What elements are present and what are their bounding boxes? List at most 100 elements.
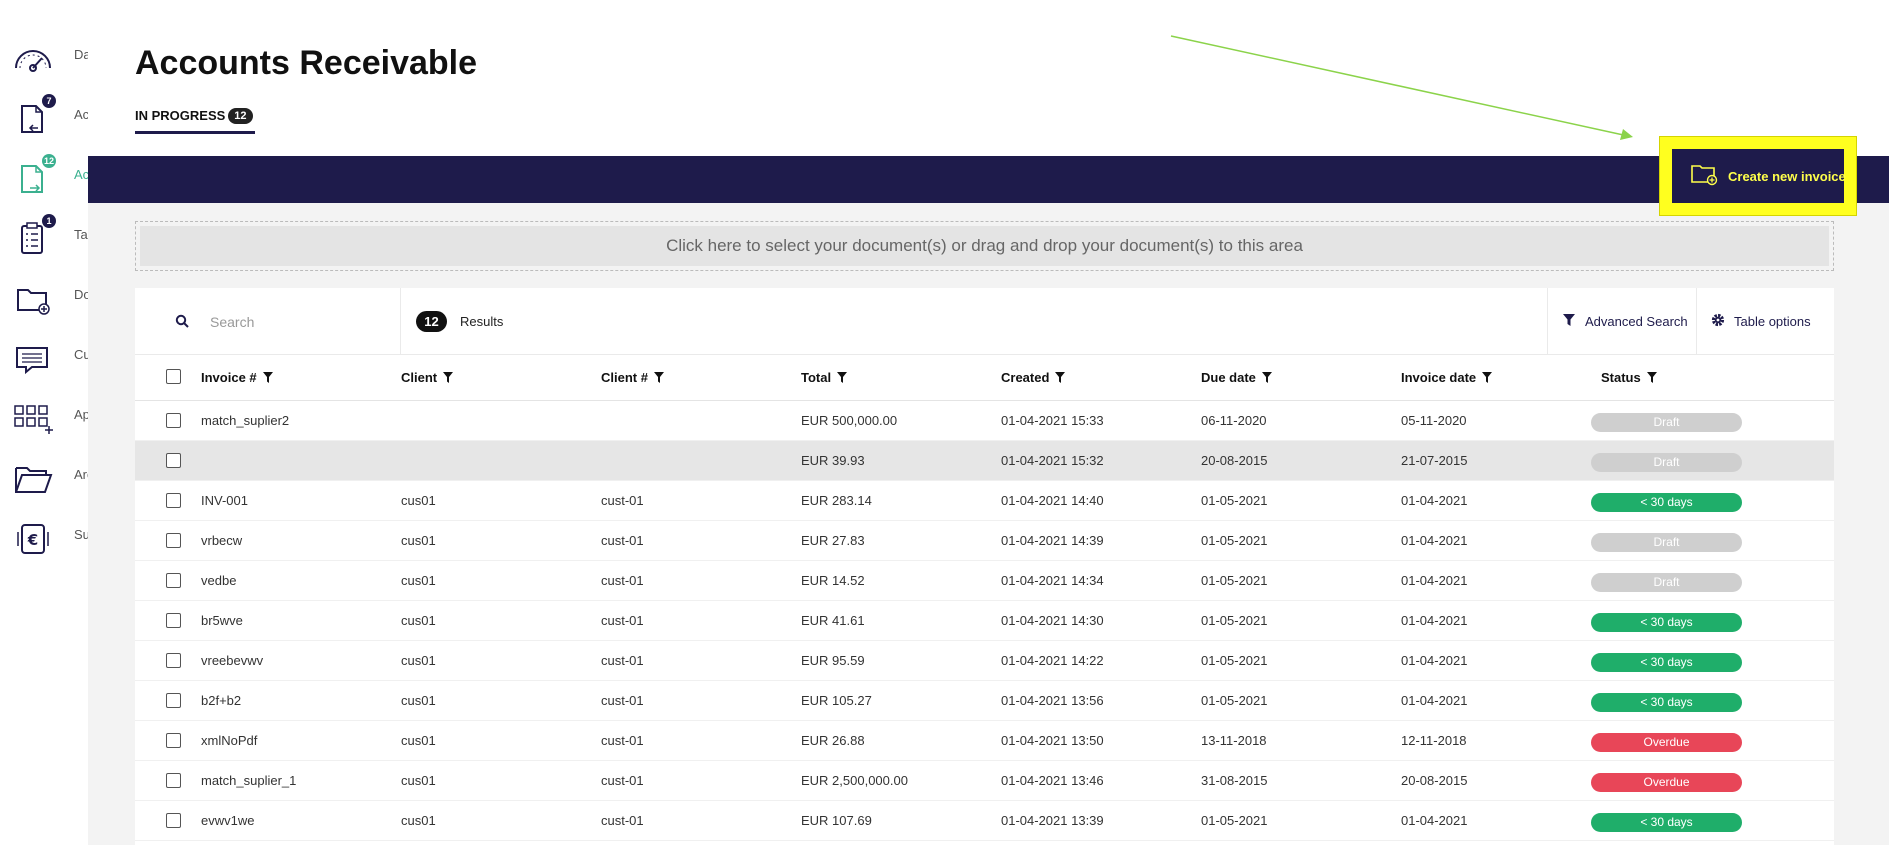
table-row[interactable]: xmlNoPdf cus01 cust-01 EUR 26.88 01-04-2… (135, 721, 1834, 761)
row-checkbox[interactable] (166, 573, 181, 588)
sidebar-item-customers[interactable]: Customers (0, 330, 88, 390)
row-checkbox[interactable] (166, 733, 181, 748)
cell-client-number: cust-01 (601, 573, 644, 588)
column-header-status[interactable]: Status (1601, 370, 1657, 385)
notification-badge: 7 (42, 94, 56, 108)
sidebar-item-label: Subscription (74, 527, 88, 542)
folder-add-icon (12, 278, 54, 320)
cell-client-number: cust-01 (601, 693, 644, 708)
cell-total: EUR 14.52 (801, 573, 865, 588)
sidebar-item-dashboard[interactable]: Dashboard (0, 30, 88, 90)
table-row[interactable]: b2f+b2 cus01 cust-01 EUR 105.27 01-04-20… (135, 681, 1834, 721)
table-row[interactable]: vedbe cus01 cust-01 EUR 14.52 01-04-2021… (135, 561, 1834, 601)
table-row[interactable]: match_suplier2 EUR 500,000.00 01-04-2021… (135, 401, 1834, 441)
select-all-checkbox[interactable] (166, 369, 181, 384)
table-toolbar: 12 Results Advanced Search Table options (135, 288, 1834, 355)
column-header-due-date[interactable]: Due date (1201, 370, 1272, 385)
row-checkbox[interactable] (166, 413, 181, 428)
cell-invoice-date: 01-04-2021 (1401, 613, 1468, 628)
cell-invoice: b2f+b2 (201, 693, 242, 708)
cell-client: cus01 (401, 653, 436, 668)
sidebar-item-subscription[interactable]: € Subscription (0, 510, 88, 570)
column-header-created[interactable]: Created (1001, 370, 1066, 385)
search-box (135, 288, 401, 355)
sidebar-item-accounts-receivable[interactable]: 12 Accounts Receivable (0, 150, 88, 210)
open-folder-icon (12, 458, 54, 500)
status-badge: Overdue (1591, 733, 1742, 752)
cell-created: 01-04-2021 13:50 (1001, 733, 1104, 748)
cell-client-number: cust-01 (601, 653, 644, 668)
sidebar-item-label: Accounts Payable (74, 107, 88, 122)
table-row[interactable]: br5wve cus01 cust-01 EUR 41.61 01-04-202… (135, 601, 1834, 641)
cell-total: EUR 27.83 (801, 533, 865, 548)
notification-badge: 1 (42, 214, 56, 228)
row-checkbox[interactable] (166, 653, 181, 668)
cell-invoice: vedbe (201, 573, 237, 588)
cell-invoice: INV-001 (201, 493, 248, 508)
cell-due-date: 13-11-2018 (1201, 733, 1267, 748)
filter-icon (262, 372, 273, 383)
column-header-client[interactable]: Client (401, 370, 454, 385)
cell-due-date: 01-05-2021 (1201, 613, 1268, 628)
row-checkbox[interactable] (166, 453, 181, 468)
invoice-table-card: 12 Results Advanced Search Table options… (135, 288, 1834, 848)
sidebar-item-label: Customers (74, 347, 88, 362)
status-badge: Draft (1591, 413, 1742, 432)
filter-icon (1055, 372, 1066, 383)
column-header-client-number[interactable]: Client # (601, 370, 664, 385)
table-row[interactable]: EUR 39.93 01-04-2021 15:32 20-08-2015 21… (135, 441, 1834, 481)
row-checkbox[interactable] (166, 493, 181, 508)
gear-icon (1711, 313, 1725, 330)
column-header-invoice[interactable]: Invoice # (201, 370, 273, 385)
status-badge: < 30 days (1591, 613, 1742, 632)
cell-client: cus01 (401, 533, 436, 548)
table-row[interactable]: vreebevwv cus01 cust-01 EUR 95.59 01-04-… (135, 641, 1834, 681)
cell-client: cus01 (401, 613, 436, 628)
sidebar-item-documents[interactable]: Documents (0, 270, 88, 330)
sidebar-item-tasks[interactable]: 1 Tasks (0, 210, 88, 270)
euro-document-icon: € (12, 518, 54, 560)
notification-badge: 12 (42, 154, 57, 168)
table-row[interactable]: evwv1we cus01 cust-01 EUR 107.69 01-04-2… (135, 801, 1834, 841)
cell-created: 01-04-2021 13:56 (1001, 693, 1104, 708)
status-badge: < 30 days (1591, 493, 1742, 512)
results-summary: 12 Results (416, 311, 503, 332)
cell-client-number: cust-01 (601, 813, 644, 828)
dropzone-text: Click here to select your document(s) or… (140, 226, 1829, 266)
table-options-label: Table options (1734, 314, 1811, 329)
cell-created: 01-04-2021 13:46 (1001, 773, 1104, 788)
row-checkbox[interactable] (166, 533, 181, 548)
table-options-button[interactable]: Table options (1696, 288, 1834, 355)
status-badge: < 30 days (1591, 653, 1742, 672)
cell-created: 01-04-2021 15:32 (1001, 453, 1104, 468)
main-panel: Accounts Receivable IN PROGRESS 12 Creat… (88, 0, 1889, 848)
table-row[interactable]: INV-001 cus01 cust-01 EUR 283.14 01-04-2… (135, 481, 1834, 521)
cell-total: EUR 283.14 (801, 493, 872, 508)
sidebar-item-archive[interactable]: Archive (0, 450, 88, 510)
column-header-invoice-date[interactable]: Invoice date (1401, 370, 1493, 385)
cell-invoice-date: 05-11-2020 (1401, 413, 1467, 428)
sidebar-item-apps[interactable]: Apps (0, 390, 88, 450)
cell-client: cus01 (401, 773, 436, 788)
table-row[interactable]: vrbecw cus01 cust-01 EUR 27.83 01-04-202… (135, 521, 1834, 561)
cell-total: EUR 107.69 (801, 813, 872, 828)
row-checkbox[interactable] (166, 813, 181, 828)
filter-icon (1646, 372, 1657, 383)
row-checkbox[interactable] (166, 773, 181, 788)
cell-invoice-date: 01-04-2021 (1401, 653, 1468, 668)
column-header-total[interactable]: Total (801, 370, 848, 385)
cell-total: EUR 95.59 (801, 653, 865, 668)
search-input[interactable] (210, 310, 380, 334)
row-checkbox[interactable] (166, 693, 181, 708)
cell-due-date: 20-08-2015 (1201, 453, 1268, 468)
advanced-search-button[interactable]: Advanced Search (1547, 288, 1697, 355)
row-checkbox[interactable] (166, 613, 181, 628)
status-badge: Overdue (1591, 773, 1742, 792)
sidebar-item-accounts-payable[interactable]: 7 Accounts Payable (0, 90, 88, 150)
cell-client: cus01 (401, 813, 436, 828)
status-badge: < 30 days (1591, 813, 1742, 832)
create-invoice-button[interactable]: Create new invoice (1672, 149, 1846, 203)
document-dropzone[interactable]: Click here to select your document(s) or… (135, 221, 1834, 271)
table-row[interactable]: match_suplier_1 cus01 cust-01 EUR 2,500,… (135, 761, 1834, 801)
filter-icon (1563, 314, 1575, 329)
